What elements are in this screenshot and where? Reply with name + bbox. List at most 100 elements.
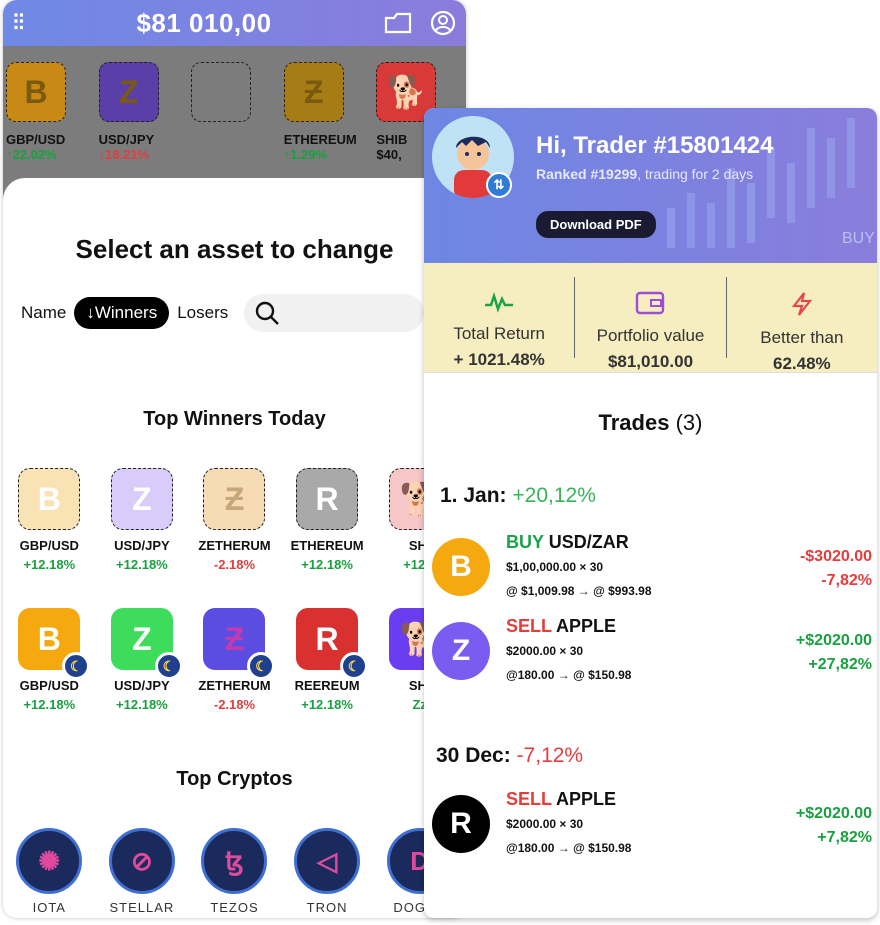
moon-icon: ☾ <box>62 652 91 680</box>
asset-icon: B ☾ <box>18 608 91 680</box>
asset-tile[interactable]: R ETHEREUM +12.18% <box>281 468 374 572</box>
moon-icon: ☾ <box>247 652 276 680</box>
asset-name: USD/JPY <box>114 678 170 693</box>
asset-glyph: B <box>37 620 61 657</box>
crypto-tile[interactable]: ⊘ STELLAR <box>96 828 189 915</box>
filter-sliders-icon[interactable]: ⫶⫶ <box>13 10 24 36</box>
asset-icon: Ƶ <box>283 62 344 122</box>
ticker-name: USD/JPY <box>98 132 155 147</box>
trading-duration: , trading for 2 days <box>637 166 754 182</box>
day-label: 30 Dec: <box>436 744 511 767</box>
ticker-change: ↑22.02% <box>6 147 57 162</box>
folder-icon[interactable] <box>384 12 412 34</box>
asset-icon: Z <box>98 62 159 122</box>
trades-title: Trades <box>598 410 670 435</box>
trade-coin-icon: B <box>432 538 490 596</box>
trades-heading: Trades (3) <box>424 410 877 436</box>
day-change: +20,12% <box>512 484 596 507</box>
asset-tile[interactable]: Z USD/JPY +12.18% <box>96 468 189 572</box>
stat-value: + 1021.48% <box>453 350 545 369</box>
asset-tile[interactable]: R ☾ REEREUM +12.18% <box>281 608 374 712</box>
asset-icon: Ƶ ☾ <box>203 608 276 680</box>
stat-label: Portfolio value <box>596 326 705 345</box>
trader-profile-card: BUY ⇅ Hi, Trader #15801424 Ranked #19299… <box>424 108 877 918</box>
sort-winners-button[interactable]: ↓Winners <box>74 297 170 329</box>
stat-portfolio-value: Portfolio value $81,010.00 <box>575 277 727 371</box>
trade-prices: @ $1,009.98 → @ $993.98 <box>506 584 652 598</box>
asset-change: +12.18% <box>301 697 353 712</box>
crypto-tile[interactable]: ꜩ TEZOS <box>188 828 281 915</box>
sort-name-button[interactable]: Name <box>21 303 66 323</box>
ticker-name: GBP/USD <box>6 132 66 147</box>
asset-icon <box>191 62 252 122</box>
asset-glyph: Z <box>132 620 152 657</box>
trades-count: (3) <box>675 410 703 435</box>
buy-watermark: BUY <box>842 230 875 247</box>
trade-item[interactable]: R SELL APPLE $2000.00 × 30 @180.00 → @ $150… <box>432 789 872 859</box>
asset-tile[interactable]: Ƶ ☾ ZETHERUM -2.18% <box>188 608 281 712</box>
crypto-icon: ꜩ <box>201 828 268 894</box>
asset-selector-panel: ⫶⫶ $81 010,00 B GBP/USD ↑22.02% Z USD/JPY ↓18… <box>3 0 466 918</box>
stat-label: Better than <box>760 328 844 347</box>
activity-icon <box>485 291 514 313</box>
sort-filters: Name ↓Winners Losers <box>21 294 425 332</box>
wallet-icon <box>636 291 665 315</box>
asset-change: +12.18% <box>116 697 168 712</box>
trade-item[interactable]: Z SELL APPLE $2000.00 × 30 @180.00 → @ $150… <box>432 616 872 686</box>
profile-header: BUY ⇅ Hi, Trader #15801424 Ranked #19299… <box>424 108 877 263</box>
moon-icon: ☾ <box>340 652 369 680</box>
asset-name: ETHEREUM <box>290 538 364 553</box>
crypto-name: STELLAR <box>109 900 175 915</box>
trade-coin-icon: Z <box>432 622 490 680</box>
asset-glyph: Ƶ <box>224 620 245 657</box>
download-pdf-button[interactable]: Download PDF <box>536 211 656 238</box>
asset-glyph: B <box>37 480 61 517</box>
asset-tile[interactable]: B GBP/USD +12.18% <box>3 468 96 572</box>
stat-better-than: Better than 62.48% <box>727 277 877 373</box>
asset-change: +12.18% <box>116 557 168 572</box>
asset-name: GBP/USD <box>19 538 79 553</box>
crypto-name: TEZOS <box>210 900 259 915</box>
crypto-tile[interactable]: ◁ TRON <box>281 828 374 915</box>
asset-change: +12.18% <box>301 557 353 572</box>
top-winners-heading: Top Winners Today <box>143 408 326 430</box>
asset-glyph: Ƶ <box>224 480 245 517</box>
sort-losers-button[interactable]: Losers <box>177 303 228 323</box>
balance: $81 010,00 <box>136 7 272 38</box>
asset-glyph: R <box>315 480 339 517</box>
search-input[interactable] <box>244 294 425 332</box>
asset-change: +12.18% <box>23 557 76 572</box>
crypto-name: IOTA <box>32 900 66 915</box>
sheet-title: Select an asset to change <box>75 234 394 264</box>
trade-coin-icon: R <box>432 795 490 853</box>
crypto-name: TRON <box>306 900 348 915</box>
asset-icon: R ☾ <box>296 608 369 680</box>
asset-name: REEREUM <box>294 678 360 693</box>
crypto-icon: ✺ <box>16 828 83 894</box>
top-cryptos-heading: Top Cryptos <box>176 768 293 790</box>
asset-tile[interactable]: Z ☾ USD/JPY +12.18% <box>96 608 189 712</box>
moon-icon: ☾ <box>154 652 183 680</box>
stat-total-return: Total Return + 1021.48% <box>424 277 576 369</box>
day-header-dec: 30 Dec: -7,12% <box>436 744 583 768</box>
asset-icon: R <box>296 468 359 530</box>
stats-bar: Total Return + 1021.48% Portfolio value … <box>424 263 877 373</box>
asset-icon: Z ☾ <box>110 608 183 680</box>
trade-percent: +7,82% <box>817 829 872 846</box>
crypto-tile[interactable]: ✺ IOTA <box>3 828 96 915</box>
asset-tile[interactable]: B ☾ GBP/USD +12.18% <box>3 608 96 712</box>
asset-tile[interactable]: Ƶ ZETHERUM -2.18% <box>188 468 281 572</box>
trade-item[interactable]: B BUY USD/ZAR $1,00,000.00 × 30 @ $1,009.98… <box>432 532 872 602</box>
user-account-icon[interactable] <box>430 10 456 36</box>
trade-asset: APPLE <box>556 616 617 636</box>
asset-change: -2.18% <box>213 557 256 572</box>
trade-amount: +$2020.00 <box>795 805 872 822</box>
asset-change: +12.18% <box>23 697 76 712</box>
trade-percent: -7,82% <box>821 572 872 589</box>
trade-action: SELL <box>506 789 552 809</box>
asset-icon: B <box>18 468 81 530</box>
asset-change: -2.18% <box>213 697 256 712</box>
asset-glyph: Z <box>132 480 152 517</box>
asset-name: ZETHERUM <box>198 678 271 693</box>
trade-prices: @180.00 → @ $150.98 <box>506 841 632 855</box>
